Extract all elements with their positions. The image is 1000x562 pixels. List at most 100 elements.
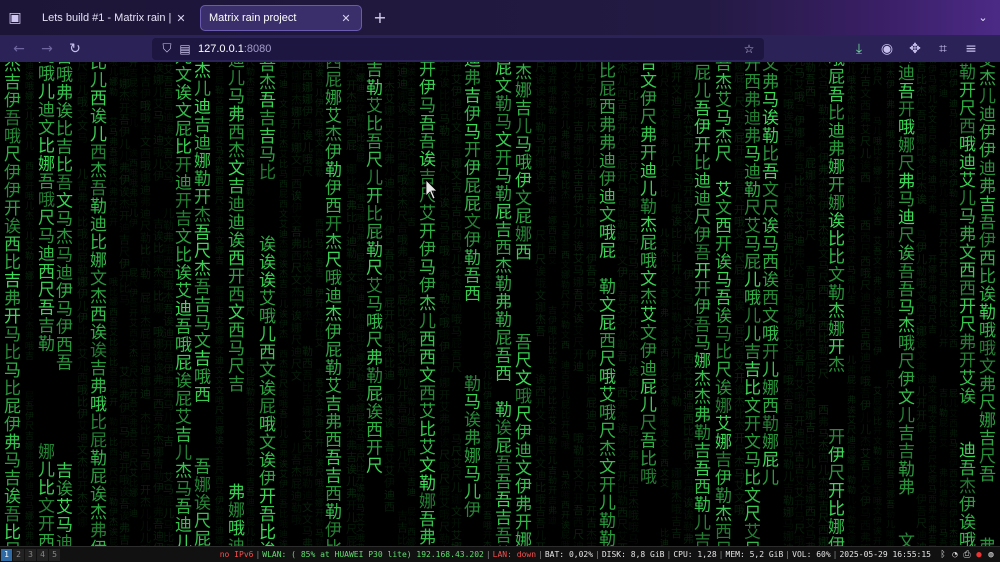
matrix-glyph: 勒 — [939, 407, 948, 419]
matrix-glyph: 娜 — [694, 351, 711, 371]
matrix-glyph: 文 — [315, 137, 324, 149]
hamburger-menu-icon[interactable]: ≡ — [958, 38, 984, 60]
matrix-glyph: 杰 — [694, 369, 711, 389]
workspace-1[interactable]: 1 — [1, 548, 12, 561]
star-icon[interactable]: ☆ — [740, 42, 758, 56]
url-bar[interactable]: ⛉ ▤ 127.0.0.1:8080 ☆ — [152, 37, 764, 60]
matrix-glyph: 娜 — [683, 303, 694, 317]
workspace-4[interactable]: 4 — [37, 548, 48, 561]
matrix-glyph: 艾 — [356, 513, 365, 524]
matrix-glyph: 文 — [660, 467, 669, 479]
matrix-glyph: 杰 — [109, 516, 118, 528]
matrix-glyph: 吾 — [194, 278, 211, 298]
matrix-glyph: 吾 — [617, 350, 628, 363]
matrix-glyph: 娜 — [886, 488, 895, 500]
matrix-glyph: 吉 — [25, 431, 34, 442]
matrix-glyph: 文 — [928, 103, 937, 115]
download-icon[interactable]: ⤓ — [846, 38, 872, 60]
matrix-glyph: 勒 — [356, 372, 365, 384]
plus-icon[interactable]: + — [368, 8, 392, 27]
matrix-glyph: 开 — [315, 318, 324, 329]
workspace-2[interactable]: 2 — [13, 548, 24, 561]
tab-list-icon[interactable]: ▣ — [0, 0, 30, 35]
matrix-glyph: 尺 — [794, 259, 805, 272]
matrix-glyph: 伊 — [4, 91, 21, 111]
account-icon[interactable]: ◉ — [874, 38, 900, 60]
record-icon[interactable]: ● — [973, 550, 985, 560]
chevron-down-icon[interactable]: ⌄ — [970, 5, 996, 31]
matrix-glyph: 艾 — [928, 464, 937, 475]
matrix-glyph: 文 — [302, 272, 313, 286]
matrix-glyph: 屁 — [407, 377, 416, 388]
matrix-glyph: 吾 — [315, 258, 324, 269]
matrix-glyph: 哦 — [561, 139, 570, 151]
matrix-glyph: 吾 — [109, 317, 118, 328]
matrix-glyph: 哦 — [762, 324, 779, 344]
workspace-3[interactable]: 3 — [25, 548, 36, 561]
matrix-glyph: 比 — [873, 145, 882, 157]
matrix-glyph: 屁 — [175, 119, 192, 139]
matrix-glyph: 尺 — [928, 454, 937, 465]
back-arrow-icon[interactable]: ← — [6, 38, 32, 60]
puzzle-icon[interactable]: ✥ — [902, 38, 928, 60]
matrix-glyph: 诶 — [90, 323, 107, 343]
matrix-glyph: 弗 — [762, 72, 779, 92]
matrix-glyph: 勒 — [886, 258, 895, 270]
forward-arrow-icon[interactable]: → — [34, 38, 60, 60]
matrix-glyph: 诶 — [783, 109, 794, 123]
matrix-glyph: 诶 — [683, 219, 694, 233]
bluetooth-icon[interactable]: ᛒ — [937, 550, 949, 560]
matrix-glyph: 文 — [228, 303, 245, 323]
reload-icon[interactable]: ↻ — [62, 38, 88, 60]
matrix-glyph: 杰 — [228, 141, 245, 161]
page-info-icon[interactable]: ▤ — [176, 42, 194, 56]
matrix-glyph: 西 — [109, 447, 118, 458]
close-icon[interactable]: ✕ — [339, 12, 353, 25]
matrix-glyph: 杰 — [548, 404, 557, 416]
matrix-glyph: 尺 — [599, 422, 616, 442]
matrix-glyph: 迪 — [898, 64, 915, 84]
matrix-glyph: 杰 — [325, 305, 342, 325]
matrix-glyph: 伊 — [599, 170, 616, 190]
matrix-glyph: 娜 — [847, 454, 856, 466]
matrix-glyph: 文 — [847, 254, 856, 266]
wifi-icon[interactable]: ◔ — [949, 550, 961, 560]
crop-icon[interactable]: ⌗ — [930, 38, 956, 60]
matrix-glyph: 屁 — [356, 93, 365, 104]
matrix-glyph: 诶 — [873, 295, 882, 307]
matrix-glyph: 哦 — [561, 149, 570, 161]
workspace-5[interactable]: 5 — [49, 548, 60, 561]
matrix-glyph: 比 — [279, 128, 288, 140]
firefox-icon[interactable]: ◍ — [985, 550, 997, 560]
matrix-glyph: 娜 — [898, 136, 915, 156]
matrix-glyph: 杰 — [279, 328, 288, 340]
matrix-glyph: 文 — [90, 269, 107, 289]
matrix-glyph: 娜 — [246, 206, 255, 218]
matrix-glyph: 开 — [366, 187, 383, 207]
matrix-glyph: 马 — [77, 131, 88, 144]
matrix-glyph: 勒 — [325, 503, 342, 523]
shield-icon[interactable]: ⛉ — [158, 41, 176, 56]
matrix-glyph: 尺 — [898, 154, 915, 174]
matrix-glyph: 屁 — [483, 450, 492, 461]
matrix-glyph: 文 — [25, 310, 34, 322]
matrix-glyph: 屁 — [215, 105, 224, 116]
matrix-glyph: 文 — [916, 288, 927, 302]
matrix-glyph: 迪 — [279, 78, 288, 90]
matrix-glyph: 诶 — [407, 276, 416, 288]
matrix-glyph: 马 — [561, 220, 570, 231]
matrix-rain-canvas[interactable]: 比杰吉伊吾哦尺伊伊开诶西比吉弗开马比马比屁伊弗马吉诶吾比尺尺迪诶哦娜艾儿尺尺儿西… — [0, 62, 1000, 546]
matrix-glyph: 儿 — [939, 328, 948, 339]
matrix-glyph: 弗 — [628, 460, 639, 474]
close-icon[interactable]: ✕ — [174, 12, 188, 25]
matrix-glyph: 伊 — [873, 65, 882, 77]
matrix-glyph: 马 — [464, 464, 481, 484]
tab-lets-build[interactable]: Lets build #1 - Matrix rain | Mihai ✕ — [34, 5, 196, 31]
matrix-glyph: 吾 — [279, 499, 288, 510]
matrix-glyph: 马 — [939, 248, 948, 259]
printer-icon[interactable]: ⎙ — [961, 550, 973, 560]
tab-matrix-rain[interactable]: Matrix rain project ✕ — [200, 5, 362, 31]
matrix-glyph: 文 — [407, 316, 416, 328]
matrix-glyph: 弗 — [886, 118, 895, 130]
matrix-glyph: 弗 — [599, 134, 616, 154]
